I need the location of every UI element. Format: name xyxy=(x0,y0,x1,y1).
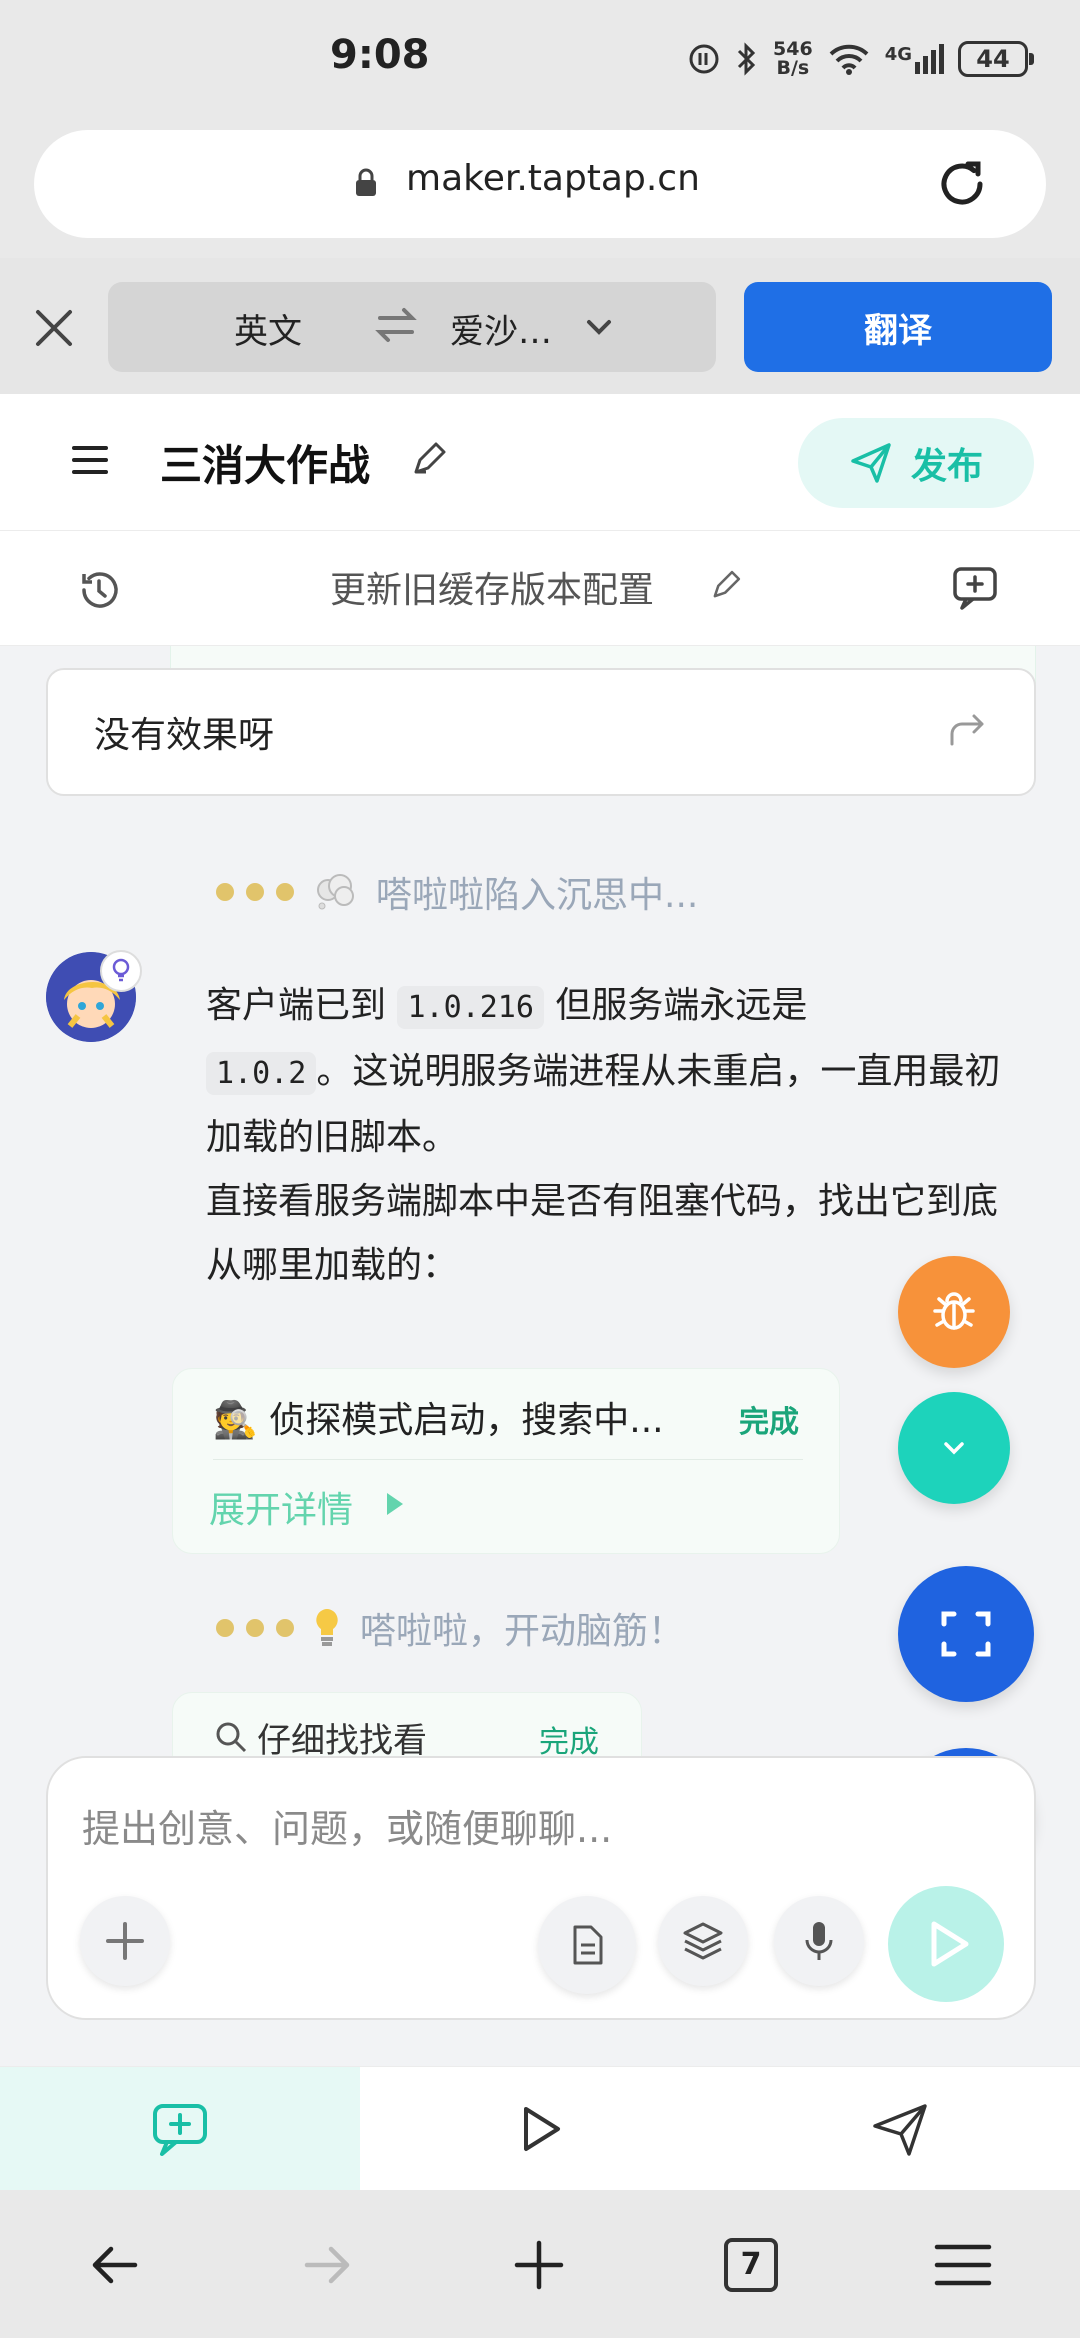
translate-bar: 英文 爱沙… 翻译 xyxy=(0,258,1080,394)
translate-button[interactable]: 翻译 xyxy=(744,282,1052,372)
version-bar: 更新旧缓存版本配置 xyxy=(0,531,1080,646)
lock-icon xyxy=(356,168,376,196)
net-speed: 546 B/s xyxy=(773,38,813,79)
bug-icon xyxy=(933,1292,975,1330)
tab-chat[interactable] xyxy=(0,2067,360,2191)
publish-button[interactable]: 发布 xyxy=(798,418,1034,508)
menu-icon xyxy=(934,2244,992,2286)
tool-call-title: 🕵 侦探模式启动，搜索中... xyxy=(213,1400,664,1441)
code-server-version: 1.0.2 xyxy=(206,1052,317,1095)
battery-icon: 44 xyxy=(958,41,1034,77)
url-text[interactable]: maker.taptap.cn xyxy=(406,158,700,199)
document-icon xyxy=(573,1925,603,1965)
project-title: 三消大作战 xyxy=(160,441,371,490)
tool-call-card[interactable]: 🕵 侦探模式启动，搜索中... 完成 展开详情 xyxy=(172,1368,840,1554)
lightbulb-icon xyxy=(316,1609,338,1646)
code-client-version: 1.0.216 xyxy=(397,986,544,1029)
debug-button[interactable] xyxy=(898,1256,1010,1368)
status-badge-2: 完成 xyxy=(539,1725,599,1760)
screenshot-button[interactable] xyxy=(898,1566,1034,1702)
thought-bubble-icon xyxy=(317,874,354,910)
user-message-text: 没有效果呀 xyxy=(94,715,275,756)
publish-label: 发布 xyxy=(910,446,983,487)
arrow-right-icon xyxy=(304,2246,350,2284)
status-icons: 546 B/s 4G 44 xyxy=(687,34,1034,84)
history-icon[interactable] xyxy=(76,567,122,613)
detective-icon: 🕵 xyxy=(213,1400,258,1441)
idea-badge-icon xyxy=(100,950,142,992)
thinking-indicator-2: 嗒啦啦，开动脑筋！ xyxy=(216,1602,684,1654)
loading-dots xyxy=(216,883,294,901)
play-icon xyxy=(524,2107,560,2151)
language-selector[interactable]: 英文 爱沙… xyxy=(108,282,716,372)
version-title[interactable]: 更新旧缓存版本配置 xyxy=(330,561,654,613)
tab-publish[interactable] xyxy=(720,2067,1080,2191)
microphone-icon xyxy=(805,1922,833,1960)
forward-button[interactable] xyxy=(292,2230,362,2300)
status-time: 9:08 xyxy=(330,32,430,78)
add-attachment-button[interactable] xyxy=(80,1896,170,1986)
tab-count: 7 xyxy=(724,2238,778,2292)
layers-icon xyxy=(683,1922,723,1960)
tab-play[interactable] xyxy=(360,2067,720,2191)
chat-add-icon xyxy=(153,2104,207,2156)
send-icon xyxy=(873,2104,927,2156)
cell-signal-icon: 4G xyxy=(885,44,944,74)
status-badge: 完成 xyxy=(739,1405,799,1440)
new-chat-icon[interactable] xyxy=(950,563,1000,613)
back-button[interactable] xyxy=(80,2230,150,2300)
user-message: 没有效果呀 xyxy=(46,668,1036,796)
plus-icon xyxy=(106,1922,144,1960)
chevron-down-icon[interactable] xyxy=(582,310,616,344)
play-arrow-icon[interactable] xyxy=(387,1493,403,1515)
thinking-text: 嗒啦啦陷入沉思中... xyxy=(376,875,699,916)
source-language[interactable]: 英文 xyxy=(234,304,302,353)
expand-details-link[interactable]: 展开详情 xyxy=(209,1481,353,1533)
wifi-icon xyxy=(829,44,869,75)
divider xyxy=(213,1459,803,1460)
chat-input-box[interactable]: 提出创意、问题，或随便聊聊... xyxy=(46,1756,1036,2020)
voice-input-button[interactable] xyxy=(774,1896,864,1986)
url-bar[interactable]: maker.taptap.cn xyxy=(34,130,1046,238)
loading-dots xyxy=(216,1619,294,1637)
tabs-button[interactable]: 7 xyxy=(716,2230,786,2300)
thinking-indicator: 嗒啦啦陷入沉思中... xyxy=(216,866,698,918)
chevron-down-icon xyxy=(944,1442,964,1455)
magnifier-icon xyxy=(216,1722,247,1753)
close-icon[interactable] xyxy=(30,304,78,352)
assistant-message: 客户端已到 1.0.216 但服务端永远是 1.0.2 。这说明服务端进程从未重启… xyxy=(206,985,1001,1286)
bottom-tab-bar xyxy=(0,2066,1080,2191)
app-header: 三消大作战 发布 xyxy=(0,394,1080,531)
reload-icon[interactable] xyxy=(934,156,990,212)
edit-version-icon[interactable] xyxy=(708,567,744,603)
scroll-down-button[interactable] xyxy=(898,1392,1010,1504)
run-button[interactable] xyxy=(888,1886,1004,2002)
data-saver-icon xyxy=(689,44,719,74)
new-tab-button[interactable] xyxy=(504,2230,574,2300)
play-icon xyxy=(931,1921,969,1967)
message-input[interactable]: 提出创意、问题，或随便聊聊... xyxy=(82,1798,612,1853)
tool-call-title-2: 仔细找找看 xyxy=(257,1721,427,1761)
bluetooth-icon xyxy=(737,42,756,76)
layers-button[interactable] xyxy=(658,1896,748,1986)
browser-menu-button[interactable] xyxy=(928,2230,998,2300)
swap-icon[interactable] xyxy=(374,300,418,350)
target-language[interactable]: 爱沙… xyxy=(450,304,552,353)
arrow-left-icon xyxy=(92,2246,138,2284)
status-bar: 9:08 546 B/s 4G 44 xyxy=(0,0,1080,120)
thinking-text-2: 嗒啦啦，开动脑筋！ xyxy=(360,1611,685,1652)
menu-icon[interactable] xyxy=(70,440,110,480)
plus-icon xyxy=(514,2240,564,2290)
document-button[interactable] xyxy=(538,1896,636,1994)
edit-title-icon[interactable] xyxy=(408,438,450,480)
browser-toolbar: maker.taptap.cn xyxy=(0,120,1080,258)
browser-nav-bar: 7 xyxy=(0,2190,1080,2338)
send-icon xyxy=(851,443,891,483)
share-icon[interactable] xyxy=(946,708,988,750)
scan-frame-icon xyxy=(941,1611,991,1657)
